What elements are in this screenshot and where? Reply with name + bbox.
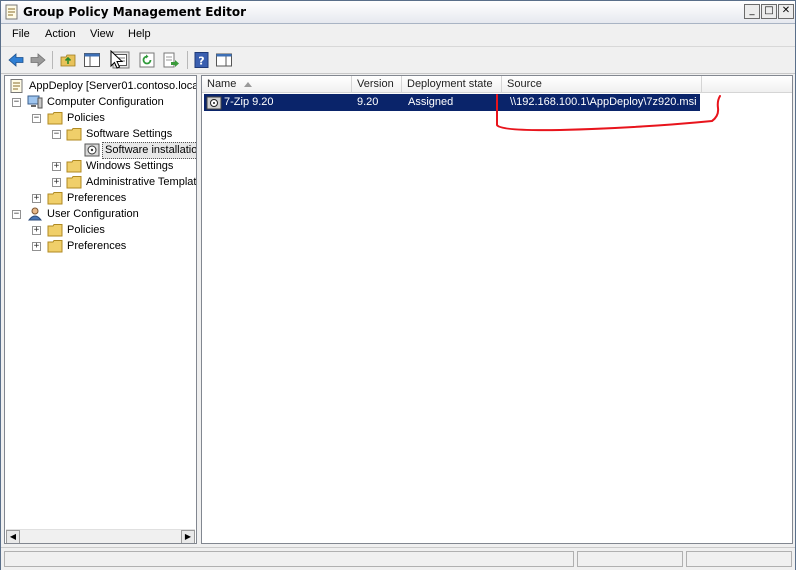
folder-icon: [47, 240, 63, 253]
column-header-source[interactable]: Source: [502, 76, 702, 93]
mouse-cursor-icon: [110, 50, 124, 69]
folder-icon: [66, 176, 82, 189]
package-name: 7-Zip 9.20: [224, 96, 274, 108]
refresh-icon[interactable]: [138, 51, 156, 69]
menu-view[interactable]: View: [90, 28, 114, 40]
tree-item-cc-preferences[interactable]: + Preferences: [5, 190, 196, 206]
policy-document-icon: [10, 79, 23, 93]
column-header-name[interactable]: Name: [202, 76, 352, 93]
show-hide-tree-icon[interactable]: [83, 51, 101, 69]
console-tree[interactable]: AppDeploy [Server01.contoso.local] − Com…: [4, 75, 197, 544]
tree-label: Preferences: [67, 192, 127, 204]
tree-item-administrative-templates[interactable]: + Administrative Templates: [5, 174, 197, 190]
expand-toggle[interactable]: +: [52, 178, 61, 187]
toolbar-separator: [52, 51, 53, 69]
close-button[interactable]: ✕: [778, 4, 794, 19]
maximize-button[interactable]: □: [761, 4, 777, 19]
horizontal-scrollbar[interactable]: ◀ ▶: [6, 529, 195, 543]
column-header-label: Source: [507, 78, 542, 90]
tree-item-user-configuration[interactable]: − User Configuration: [5, 206, 196, 222]
tree-item-uc-policies[interactable]: + Policies: [5, 222, 196, 238]
expand-toggle[interactable]: +: [52, 162, 61, 171]
status-pane: [4, 551, 574, 567]
tree-item-cc-policies[interactable]: − Policies: [5, 110, 196, 126]
menu-file[interactable]: File: [12, 28, 30, 40]
toolbar-separator: [187, 51, 188, 69]
tree-label: AppDeploy [Server01.contoso.local]: [29, 80, 197, 92]
table-row[interactable]: 7-Zip 9.20 9.20 Assigned \\192.168.100.1…: [204, 94, 700, 111]
collapse-toggle[interactable]: −: [12, 98, 21, 107]
tree-label: Policies: [67, 112, 105, 124]
details-list[interactable]: Name Version Deployment state Source 7-Z…: [201, 75, 793, 544]
tree-item-computer-configuration[interactable]: − Computer Configuration: [5, 94, 196, 110]
cell-deployment-state: Assigned: [402, 94, 502, 111]
tree-item-root[interactable]: AppDeploy [Server01.contoso.local]: [5, 78, 197, 94]
tree-item-software-installation[interactable]: Software installation: [5, 142, 196, 159]
expand-toggle[interactable]: +: [32, 194, 41, 203]
cell-name: 7-Zip 9.20: [204, 94, 352, 111]
svg-text:?: ?: [198, 55, 204, 68]
tree-label: Computer Configuration: [47, 96, 164, 108]
window-title: Group Policy Management Editor: [23, 5, 247, 19]
column-header-label: Deployment state: [407, 78, 493, 90]
folder-icon: [66, 128, 82, 141]
tree-item-windows-settings[interactable]: + Windows Settings: [5, 158, 196, 174]
column-header-deployment-state[interactable]: Deployment state: [402, 76, 502, 93]
tree-label: Software Settings: [86, 128, 173, 140]
show-action-pane-icon[interactable]: [215, 51, 233, 69]
computer-icon: [27, 95, 43, 109]
column-header-filler: [702, 76, 792, 93]
tree-label-selected: Software installation: [102, 142, 196, 159]
cell-source: \\192.168.100.1\AppDeploy\7z920.msi: [502, 94, 700, 111]
expand-toggle[interactable]: +: [32, 226, 41, 235]
title-bar[interactable]: Group Policy Management Editor _ □ ✕: [1, 1, 795, 24]
status-pane: [577, 551, 683, 567]
tree-item-software-settings[interactable]: − Software Settings: [5, 126, 196, 142]
expand-toggle[interactable]: +: [32, 242, 41, 251]
folder-icon: [47, 192, 63, 205]
software-installation-icon: [84, 143, 100, 157]
menu-help[interactable]: Help: [128, 28, 151, 40]
export-list-icon[interactable]: [162, 51, 180, 69]
cell-version: 9.20: [352, 94, 402, 111]
policy-editor-icon: [5, 4, 18, 20]
collapse-toggle[interactable]: −: [12, 210, 21, 219]
column-header-label: Version: [357, 78, 394, 90]
user-icon: [27, 207, 43, 221]
help-icon[interactable]: ?: [193, 51, 211, 69]
menu-action[interactable]: Action: [45, 28, 76, 40]
folder-icon: [66, 160, 82, 173]
tree-label: Administrative Templates: [86, 176, 197, 188]
folder-icon: [47, 112, 63, 125]
package-icon: [206, 96, 222, 110]
column-header-version[interactable]: Version: [352, 76, 402, 93]
tree-label: Policies: [67, 224, 105, 236]
status-bar: [1, 547, 795, 570]
main-window: Group Policy Management Editor _ □ ✕ Fil…: [0, 0, 796, 570]
tree-label: User Configuration: [47, 208, 139, 220]
status-pane: [686, 551, 792, 567]
tree-label: Windows Settings: [86, 160, 174, 172]
up-folder-icon[interactable]: [59, 51, 77, 69]
folder-icon: [47, 224, 63, 237]
tree-item-uc-preferences[interactable]: + Preferences: [5, 238, 196, 254]
collapse-toggle[interactable]: −: [52, 130, 61, 139]
scroll-left-button[interactable]: ◀: [6, 530, 20, 543]
scroll-right-button[interactable]: ▶: [181, 530, 195, 543]
tree-label: Preferences: [67, 240, 127, 252]
column-header-label: Name: [207, 78, 237, 90]
minimize-button[interactable]: _: [744, 4, 760, 19]
menu-bar: File Action View Help: [1, 24, 795, 45]
sort-ascending-icon: [244, 82, 252, 87]
forward-icon[interactable]: [29, 51, 47, 69]
back-icon[interactable]: [7, 51, 25, 69]
collapse-toggle[interactable]: −: [32, 114, 41, 123]
